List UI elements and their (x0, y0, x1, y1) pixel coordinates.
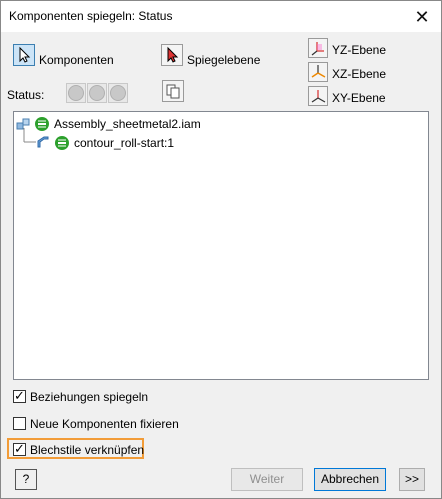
yz-plane-button[interactable] (308, 38, 328, 58)
help-icon: ? (22, 472, 30, 486)
beziehungen-label: Beziehungen spiegeln (30, 390, 149, 404)
copy-icon (166, 84, 180, 99)
status-label: Status: (7, 88, 45, 102)
komponenten-label: Komponenten (39, 53, 114, 67)
checkmark-icon: ✓ (14, 441, 25, 456)
reuse-status-icon (89, 85, 105, 101)
tree-child-label: contour_roll-start:1 (74, 136, 175, 150)
blechstile-label: Blechstile verknüpfen (30, 443, 145, 457)
component-tree[interactable]: Assembly_sheetmetal2.iam contour_roll-st… (13, 111, 429, 380)
dialog-body: Komponenten Spiegelebene YZ-Ebene XZ-Ebe… (1, 32, 441, 498)
abbrechen-button[interactable]: Abbrechen (314, 468, 386, 491)
spiegelebene-select-button[interactable] (161, 44, 183, 66)
yz-plane-icon (311, 42, 324, 56)
sheetmetal-part-icon (37, 136, 49, 148)
xy-plane-label: XY-Ebene (332, 91, 386, 105)
tree-row-assembly[interactable]: Assembly_sheetmetal2.iam (16, 115, 416, 133)
yz-plane-label: YZ-Ebene (332, 43, 387, 57)
mirror-status-green-icon (55, 136, 69, 150)
dialog-window: Komponenten spiegeln: Status ✕ Komponent… (0, 0, 442, 499)
copy-button[interactable] (162, 80, 184, 102)
cursor-arrow-icon (19, 46, 31, 63)
window-title: Komponenten spiegeln: Status (9, 9, 173, 23)
exclude-status-icon (110, 85, 126, 101)
xz-plane-icon (311, 65, 326, 78)
xz-plane-label: XZ-Ebene (332, 67, 387, 81)
status-reuse-button[interactable] (87, 83, 107, 103)
close-button[interactable]: ✕ (409, 6, 435, 28)
beziehungen-checkbox[interactable]: ✓ (13, 388, 26, 403)
xy-plane-button[interactable] (308, 86, 328, 106)
tree-root-label: Assembly_sheetmetal2.iam (54, 117, 201, 131)
mirror-status-icon (68, 85, 84, 101)
more-button[interactable]: >> (399, 468, 425, 491)
fixieren-label: Neue Komponenten fixieren (30, 417, 179, 431)
blechstile-checkbox[interactable]: ✓ (13, 441, 26, 456)
spiegelebene-label: Spiegelebene (187, 53, 261, 67)
status-mirror-button[interactable] (66, 83, 86, 103)
fixieren-checkbox[interactable] (13, 417, 26, 430)
xz-plane-button[interactable] (308, 62, 328, 82)
komponenten-select-button[interactable] (13, 44, 35, 66)
xy-plane-icon (311, 90, 326, 103)
weiter-button[interactable]: Weiter (231, 468, 303, 491)
help-button[interactable]: ? (15, 469, 37, 490)
title-bar: Komponenten spiegeln: Status ✕ (1, 1, 441, 32)
checkmark-icon: ✓ (14, 388, 25, 403)
tree-row-part[interactable]: contour_roll-start:1 (36, 134, 416, 152)
status-exclude-button[interactable] (108, 83, 128, 103)
cursor-arrow-red-icon (167, 46, 179, 63)
